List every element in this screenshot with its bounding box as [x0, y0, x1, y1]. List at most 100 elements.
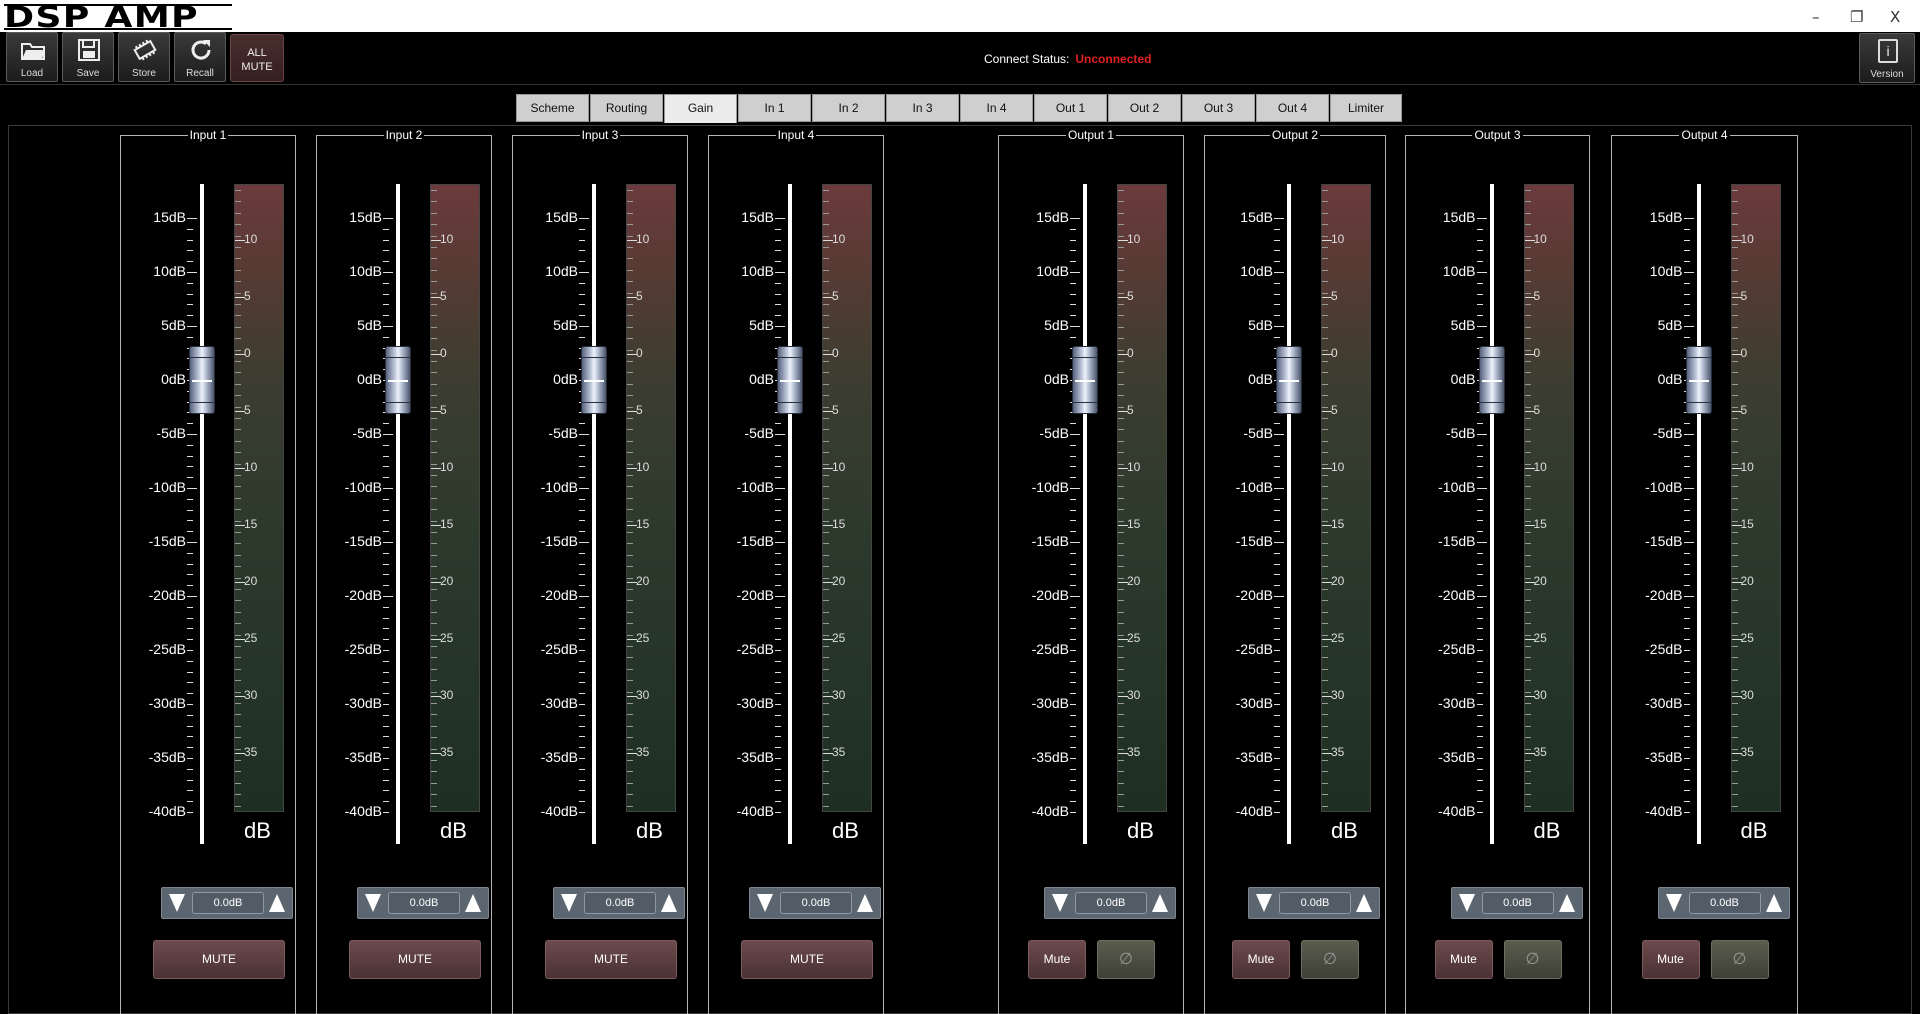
gain-up-arrow-icon[interactable]	[1356, 894, 1372, 912]
fader-scale-label: -25dB	[540, 641, 578, 657]
mute-button[interactable]: Mute	[1232, 940, 1290, 979]
fader-tick	[1070, 780, 1076, 781]
mute-button[interactable]: MUTE	[545, 940, 677, 979]
fader-track[interactable]	[1287, 184, 1291, 844]
meter-major-tick	[823, 468, 833, 469]
meter-tick	[1731, 692, 1738, 693]
gain-value-field[interactable]: 0.0dB	[1481, 892, 1554, 914]
recall-button[interactable]: Recall	[174, 32, 226, 82]
phase-invert-button[interactable]: ∅	[1710, 940, 1769, 979]
tab-in-3[interactable]: In 3	[886, 94, 959, 122]
gain-up-arrow-icon[interactable]	[1765, 894, 1782, 912]
store-button[interactable]: Store	[118, 32, 170, 82]
gain-value-field[interactable]: 0.0dB	[1279, 892, 1351, 914]
close-button[interactable]: X	[1890, 8, 1900, 26]
phase-invert-button[interactable]: ∅	[1097, 940, 1155, 979]
gain-down-arrow-icon[interactable]	[1052, 894, 1068, 912]
fader-tick	[383, 726, 389, 727]
fader-track[interactable]	[1696, 184, 1701, 844]
gain-down-arrow-icon[interactable]	[757, 894, 773, 912]
meter-tick	[235, 270, 241, 271]
minimize-button[interactable]: –	[1812, 8, 1820, 26]
mute-button[interactable]: MUTE	[153, 940, 285, 979]
save-button[interactable]: Save	[62, 32, 114, 82]
gain-down-arrow-icon[interactable]	[365, 894, 381, 912]
gain-value-field[interactable]: 0.0dB	[584, 892, 656, 914]
fader-handle[interactable]	[581, 346, 607, 414]
tab-out-3[interactable]: Out 3	[1182, 94, 1255, 122]
tab-out-4[interactable]: Out 4	[1256, 94, 1329, 122]
fader-track[interactable]	[592, 184, 596, 844]
fader-track[interactable]	[396, 184, 400, 844]
fader-handle[interactable]	[189, 346, 215, 414]
fader-scale-label: -30dB	[1235, 695, 1273, 711]
tab-routing[interactable]: Routing	[590, 94, 663, 122]
phase-invert-button[interactable]: ∅	[1503, 940, 1562, 979]
meter-major-tick	[1118, 639, 1128, 640]
all-mute-button[interactable]: ALL MUTE	[230, 34, 284, 82]
fader-scale-label: -35dB	[540, 749, 578, 765]
gain-down-arrow-icon[interactable]	[169, 894, 185, 912]
fader-handle[interactable]	[385, 346, 411, 414]
gain-down-arrow-icon[interactable]	[561, 894, 577, 912]
gain-down-arrow-icon[interactable]	[1256, 894, 1272, 912]
gain-up-arrow-icon[interactable]	[1558, 894, 1575, 912]
fader-handle[interactable]	[777, 346, 803, 414]
gain-value-field[interactable]: 0.0dB	[1688, 892, 1761, 914]
gain-up-arrow-icon[interactable]	[661, 894, 677, 912]
meter-tick	[627, 293, 633, 294]
fader-tick	[383, 542, 393, 543]
version-button[interactable]: i Version	[1859, 33, 1915, 83]
gain-value-field[interactable]: 0.0dB	[388, 892, 460, 914]
meter-scale-label: 10	[832, 232, 846, 246]
fader-handle[interactable]	[1478, 346, 1505, 414]
fader-tick	[1683, 499, 1690, 500]
fader-tick	[775, 488, 785, 489]
mute-button[interactable]: MUTE	[741, 940, 873, 979]
panel-title: Input 2	[317, 128, 491, 142]
tab-in-2[interactable]: In 2	[812, 94, 885, 122]
mute-button[interactable]: MUTE	[349, 940, 481, 979]
tab-gain[interactable]: Gain	[664, 94, 737, 123]
fader-handle[interactable]	[1685, 346, 1712, 414]
gain-up-arrow-icon[interactable]	[465, 894, 481, 912]
tab-limiter[interactable]: Limiter	[1330, 94, 1402, 122]
tab-scheme[interactable]: Scheme	[516, 94, 589, 122]
meter-tick	[1322, 464, 1328, 465]
gain-value-field[interactable]: 0.0dB	[780, 892, 852, 914]
tab-in-1[interactable]: In 1	[738, 94, 811, 122]
gain-up-arrow-icon[interactable]	[857, 894, 873, 912]
mute-button[interactable]: Mute	[1028, 940, 1086, 979]
fader-scale-label: -30dB	[736, 695, 774, 711]
gain-down-arrow-icon[interactable]	[1458, 894, 1475, 912]
fader-tick	[1070, 747, 1076, 748]
meter-scale-label: 10	[1127, 460, 1141, 474]
gain-value-field[interactable]: 0.0dB	[1075, 892, 1147, 914]
mute-button[interactable]: Mute	[1641, 940, 1700, 979]
gain-down-arrow-icon[interactable]	[1665, 894, 1682, 912]
tab-out-1[interactable]: Out 1	[1034, 94, 1107, 122]
fader-scale-label: 5dB	[357, 317, 382, 333]
meter-major-tick	[431, 753, 441, 754]
fader-tick	[775, 445, 781, 446]
load-button[interactable]: Load	[6, 32, 58, 82]
fader-tick	[1274, 812, 1280, 813]
fader-track[interactable]	[788, 184, 792, 844]
fader-track[interactable]	[1083, 184, 1087, 844]
fader-handle[interactable]	[1276, 346, 1302, 414]
tab-in-4[interactable]: In 4	[960, 94, 1033, 122]
meter-tick	[235, 714, 241, 715]
gain-up-arrow-icon[interactable]	[269, 894, 285, 912]
tab-out-2[interactable]: Out 2	[1108, 94, 1181, 122]
phase-invert-button[interactable]: ∅	[1301, 940, 1359, 979]
restore-button[interactable]: ❐	[1850, 8, 1863, 26]
gain-up-arrow-icon[interactable]	[1152, 894, 1168, 912]
fader-track[interactable]	[200, 184, 204, 844]
mute-button[interactable]: Mute	[1434, 940, 1493, 979]
fader-tick	[1274, 250, 1280, 251]
fader-tick	[1476, 682, 1483, 683]
fader-handle[interactable]	[1072, 346, 1098, 414]
fader-scale-label: -20dB	[1235, 587, 1273, 603]
gain-value-field[interactable]: 0.0dB	[192, 892, 264, 914]
fader-track[interactable]	[1489, 184, 1494, 844]
